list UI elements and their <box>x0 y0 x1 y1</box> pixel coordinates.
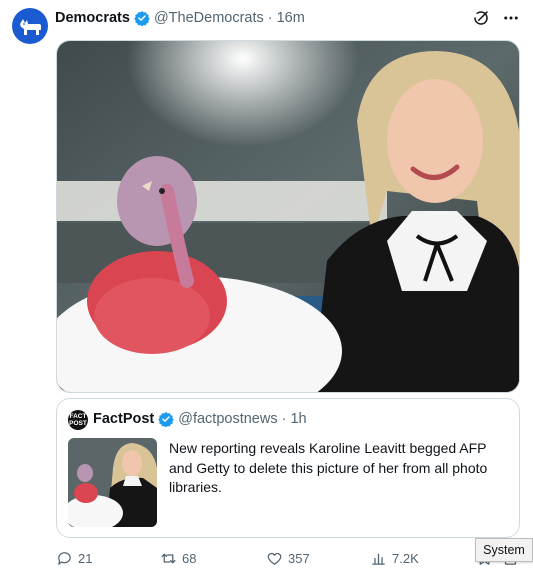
verified-badge-icon <box>134 10 150 26</box>
author-avatar[interactable] <box>12 8 48 44</box>
reply-icon <box>58 552 71 565</box>
quote-header: FactPost @factpostnews · 1h <box>93 411 307 427</box>
views-button[interactable]: 7.2K <box>370 550 419 567</box>
quote-author-handle[interactable]: @factpostnews <box>178 411 277 427</box>
quote-text: New reporting reveals Karoline Leavitt b… <box>169 440 488 495</box>
tweet-action-bar: 21 68 357 7.2K <box>56 550 520 570</box>
reply-button[interactable]: 21 <box>56 550 92 567</box>
verified-badge-icon <box>158 411 174 427</box>
author-handle[interactable]: @TheDemocrats <box>154 10 264 26</box>
system-tooltip: System <box>475 538 533 562</box>
quote-time[interactable]: 1h <box>290 411 306 427</box>
quote-time-separator: · <box>281 411 287 427</box>
views-icon <box>372 553 385 565</box>
like-count: 357 <box>288 551 310 566</box>
tweet-time[interactable]: 16m <box>277 10 305 26</box>
reply-count: 21 <box>78 551 93 566</box>
tweet: Democrats @TheDemocrats · 16m FACT POST … <box>0 0 533 574</box>
time-separator: · <box>267 10 273 26</box>
heart-icon <box>267 552 282 565</box>
more-icon[interactable] <box>501 8 521 28</box>
quoted-tweet[interactable]: FACT POST FactPost @factpostnews · 1h Ne… <box>56 398 520 538</box>
donkey-logo-icon <box>20 19 41 35</box>
like-button[interactable]: 357 <box>266 550 310 567</box>
quote-author-name[interactable]: FactPost <box>93 411 154 427</box>
tweet-header: Democrats @TheDemocrats · 16m <box>55 9 305 27</box>
repost-count: 68 <box>182 551 197 566</box>
repost-button[interactable]: 68 <box>160 550 196 567</box>
repost-icon <box>161 553 176 564</box>
grok-icon[interactable] <box>471 8 491 28</box>
tweet-media-image[interactable] <box>56 40 520 393</box>
quote-author-avatar[interactable]: FACT POST <box>68 410 88 430</box>
quote-thumbnail-image[interactable] <box>68 438 157 527</box>
author-name[interactable]: Democrats <box>55 10 130 26</box>
views-count: 7.2K <box>392 551 419 566</box>
top-actions <box>471 8 521 28</box>
